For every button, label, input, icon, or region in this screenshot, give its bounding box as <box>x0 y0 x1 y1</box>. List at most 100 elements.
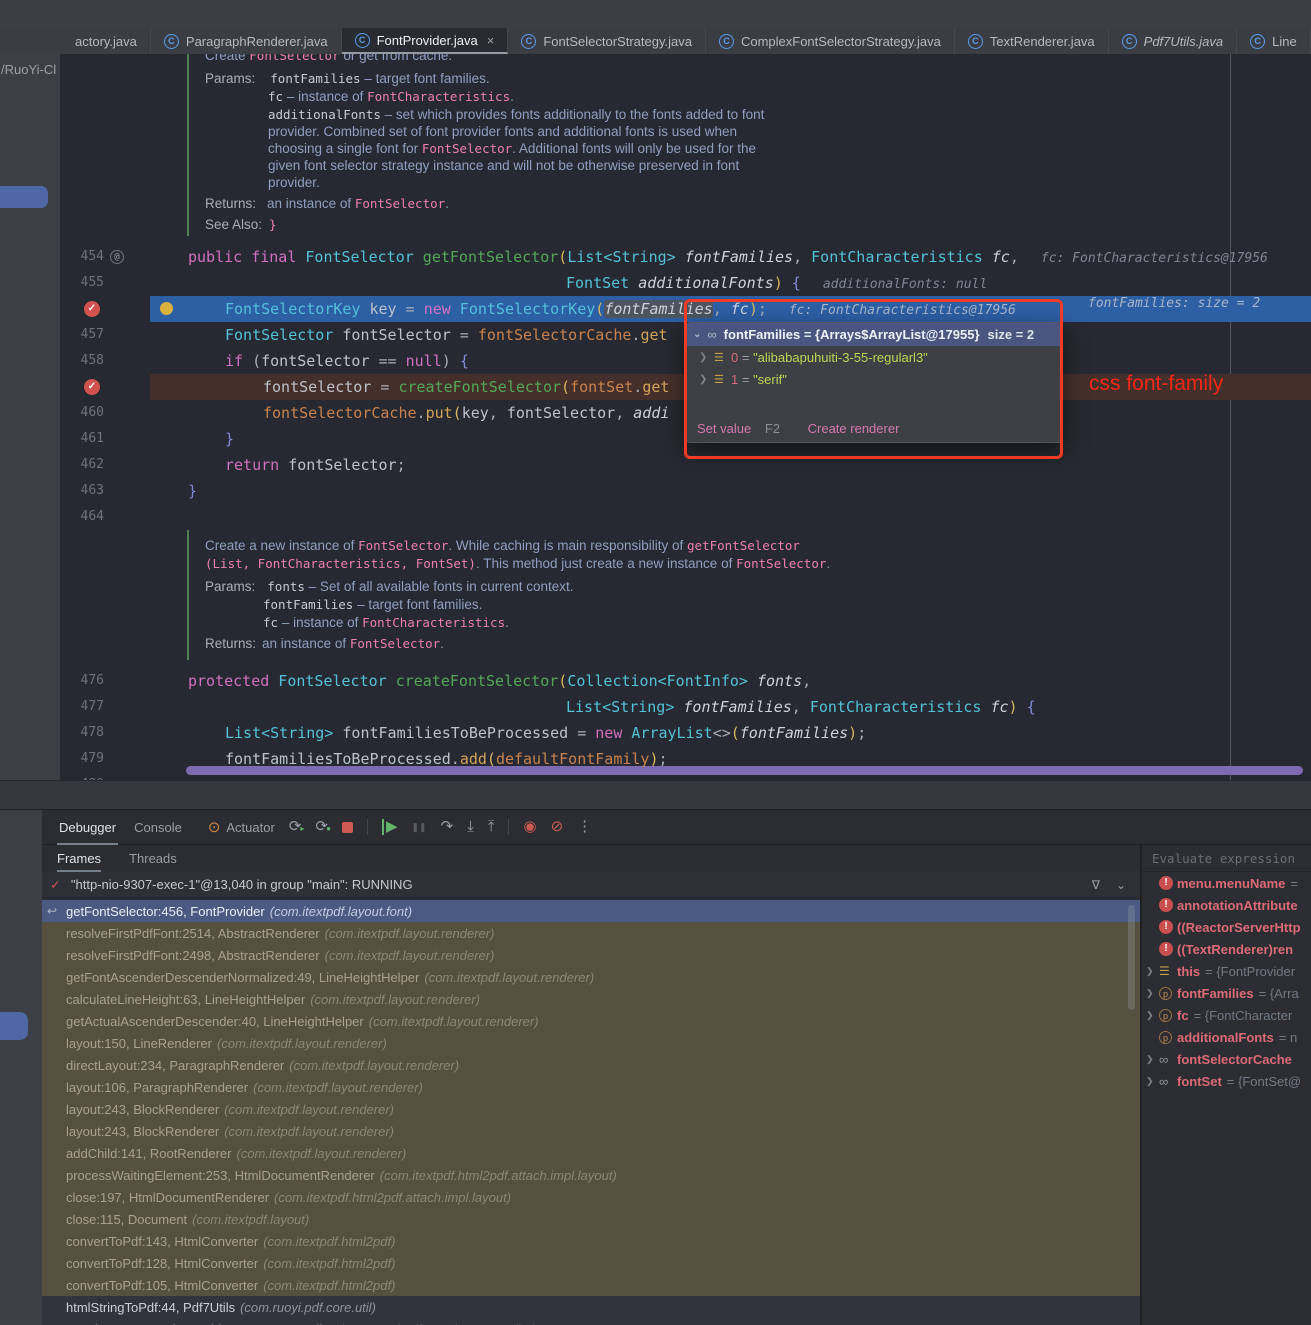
editor-tab[interactable]: CComplexFontSelectorStrategy.java <box>706 28 955 54</box>
line-number[interactable]: 461 <box>60 426 104 452</box>
stack-frame-row[interactable]: convertToPdf:105, HtmlConverter(com.itex… <box>42 1274 1140 1296</box>
resume-icon[interactable]: ▶ <box>382 819 398 835</box>
line-number[interactable]: 462 <box>60 452 104 478</box>
create-renderer-link[interactable]: Create renderer <box>808 421 900 436</box>
stack-frame-row[interactable]: htmlStringToPdf:44, Pdf7Utils(com.ruoyi.… <box>42 1296 1140 1318</box>
stack-frame-row[interactable]: directLayout:234, ParagraphRenderer(com.… <box>42 1054 1140 1076</box>
stack-frame-row[interactable]: resolveFirstPdfFont:2514, AbstractRender… <box>42 922 1140 944</box>
code-text: FontSelector fontSelector = fontSelector… <box>225 322 668 348</box>
chevron-right-icon[interactable]: ❯ <box>1146 966 1159 977</box>
line-number[interactable]: 455 <box>60 270 104 296</box>
debug-tool-window: Debugger Console ⊙Actuator ⟳▸ ⟳● ▶ ❚❚ ↷ ⤓ ⤒ ◉ ⊘ ⋮ Fr… <box>42 810 1311 1325</box>
variable-row[interactable]: padditionalFonts= n <box>1142 1026 1311 1048</box>
debugger-value-popup[interactable]: ⌄ ∞ fontFamilies = {Arrays$ArrayList@179… <box>686 322 1063 443</box>
editor-tab[interactable]: CTextRenderer.java <box>955 28 1109 54</box>
stack-frame-row[interactable]: addChild:141, RootRenderer(com.itextpdf.… <box>42 1142 1140 1164</box>
stack-frame-row[interactable]: convertToPdf:143, HtmlConverter(com.itex… <box>42 1230 1140 1252</box>
editor-tab[interactable]: CFontSelectorStrategy.java <box>508 28 706 54</box>
filter-icon[interactable]: ∇ <box>1092 878 1100 892</box>
editor-tab[interactable]: actory.java <box>62 28 151 54</box>
stack-frame-row[interactable]: getFontAscenderDescenderNormalized:49, L… <box>42 966 1140 988</box>
chevron-right-icon[interactable]: ❯ <box>699 352 714 363</box>
frames-scrollbar[interactable] <box>1128 905 1135 1010</box>
chevron-right-icon[interactable]: ❯ <box>1146 1076 1159 1087</box>
tab-actuator[interactable]: ⊙Actuator <box>208 818 275 836</box>
intention-bulb-icon[interactable] <box>160 302 173 315</box>
chevron-down-icon[interactable]: ⌄ <box>1116 878 1126 892</box>
evaluate-expression-field[interactable]: Evaluate expression <box>1142 845 1311 872</box>
annotation-gutter-icon[interactable]: @ <box>110 250 124 264</box>
variable-row[interactable]: ❯pfc= {FontCharacter <box>1142 1004 1311 1026</box>
stack-frame-row[interactable]: layout:106, ParagraphRenderer(com.itextp… <box>42 1076 1140 1098</box>
chevron-right-icon[interactable]: ❯ <box>1146 1054 1159 1065</box>
variable-row[interactable]: !((TextRenderer)ren <box>1142 938 1311 960</box>
stack-frame-row[interactable]: layout:243, BlockRenderer(com.itextpdf.l… <box>42 1098 1140 1120</box>
stack-frame-row[interactable]: processWaitingElement:253, HtmlDocumentR… <box>42 1164 1140 1186</box>
subtab-frames[interactable]: Frames <box>57 845 101 872</box>
stack-frame-row[interactable]: getActualAscenderDescender:40, LineHeigh… <box>42 1010 1140 1032</box>
subtab-threads[interactable]: Threads <box>129 845 177 872</box>
line-number[interactable]: 464 <box>60 504 104 530</box>
panel-splitter[interactable] <box>0 780 1311 810</box>
line-number[interactable]: 458 <box>60 348 104 374</box>
doc-text: FontSelector <box>350 636 440 651</box>
variables-panel: Evaluate expression !menu.menuName=!anno… <box>1140 845 1311 1325</box>
line-number[interactable]: 463 <box>60 478 104 504</box>
line-number[interactable]: 454 <box>60 244 104 270</box>
tool-window-stripe-highlight[interactable] <box>0 1012 28 1040</box>
chevron-right-icon[interactable]: ❯ <box>1146 1010 1159 1021</box>
pause-icon[interactable]: ❚❚ <box>412 819 427 835</box>
tool-window-stripe-highlight[interactable] <box>0 186 48 208</box>
line-number[interactable]: 478 <box>60 720 104 746</box>
step-over-icon[interactable]: ↷ <box>441 819 454 835</box>
stack-frame-row[interactable]: resolveFirstPdfFont:2498, AbstractRender… <box>42 944 1140 966</box>
tab-console[interactable]: Console <box>132 810 184 845</box>
popup-header-row[interactable]: ⌄ ∞ fontFamilies = {Arrays$ArrayList@179… <box>687 323 1062 346</box>
step-into-icon[interactable]: ⤓ <box>467 819 474 835</box>
stack-frame-row[interactable]: calculateLineHeight:63, LineHeightHelper… <box>42 988 1140 1010</box>
view-breakpoints-icon[interactable]: ◉ <box>523 819 536 835</box>
stack-frame-row[interactable]: template:27, TemplateGuideContractContro… <box>42 1318 1140 1325</box>
line-number[interactable]: 460 <box>60 400 104 426</box>
line-number[interactable]: 479 <box>60 746 104 772</box>
variable-row[interactable]: !((ReactorServerHttp <box>1142 916 1311 938</box>
variable-row[interactable]: ❯☰this= {FontProvider <box>1142 960 1311 982</box>
breakpoint-icon[interactable]: ✓ <box>84 379 100 395</box>
rerun-debug-icon[interactable]: ⟳● <box>315 819 328 835</box>
editor-tab[interactable]: CLine <box>1237 28 1311 54</box>
chevron-down-icon[interactable]: ⌄ <box>693 329 701 340</box>
stack-frame-row[interactable]: close:197, HtmlDocumentRenderer(com.itex… <box>42 1186 1140 1208</box>
variable-row[interactable]: ❯pfontFamilies= {Arra <box>1142 982 1311 1004</box>
rerun-icon[interactable]: ⟳▸ <box>289 819 302 835</box>
variable-row[interactable]: ❯∞fontSet= {FontSet@ <box>1142 1070 1311 1092</box>
chevron-right-icon[interactable]: ❯ <box>1146 988 1159 999</box>
stack-frame-row[interactable]: layout:243, BlockRenderer(com.itextpdf.l… <box>42 1120 1140 1142</box>
line-number[interactable]: 480 <box>60 772 104 780</box>
variable-row[interactable]: !annotationAttribute <box>1142 894 1311 916</box>
chevron-right-icon[interactable]: ❯ <box>699 374 714 385</box>
breakpoint-icon[interactable]: ✓ <box>84 301 100 317</box>
mute-breakpoints-icon[interactable]: ⊘ <box>551 819 564 835</box>
variable-row[interactable]: ❯∞fontSelectorCache <box>1142 1048 1311 1070</box>
editor-tab[interactable]: CFontProvider.java× <box>342 28 509 54</box>
variable-row[interactable]: !menu.menuName= <box>1142 872 1311 894</box>
line-number[interactable]: 476 <box>60 668 104 694</box>
close-icon[interactable]: × <box>487 33 495 48</box>
more-icon[interactable]: ⋮ <box>577 819 592 835</box>
frame-label: template:27, TemplateGuideContractContro… <box>66 1322 334 1325</box>
set-value-link[interactable]: Set value <box>697 421 751 436</box>
editor-tab[interactable]: CPdf7Utils.java <box>1109 28 1237 54</box>
line-number[interactable]: 457 <box>60 322 104 348</box>
thread-status-row[interactable]: ✓ "http-nio-9307-exec-1"@13,040 in group… <box>42 872 1140 898</box>
stack-frame-row[interactable]: convertToPdf:128, HtmlConverter(com.itex… <box>42 1252 1140 1274</box>
popup-array-item[interactable]: ❯☰0 = "alibabapuhuiti-3-55-regularl3" <box>687 346 1062 368</box>
stop-icon[interactable] <box>342 822 353 833</box>
popup-array-item[interactable]: ❯☰1 = "serif" <box>687 368 1062 390</box>
stack-frame-row[interactable]: close:115, Document(com.itextpdf.layout) <box>42 1208 1140 1230</box>
step-out-icon[interactable]: ⤒ <box>488 819 495 835</box>
tab-debugger[interactable]: Debugger <box>57 810 118 845</box>
stack-frame-row[interactable]: ↩getFontSelector:456, FontProvider(com.i… <box>42 900 1140 922</box>
line-number[interactable]: 477 <box>60 694 104 720</box>
editor-tab[interactable]: CParagraphRenderer.java <box>151 28 342 54</box>
stack-frame-row[interactable]: layout:150, LineRenderer(com.itextpdf.la… <box>42 1032 1140 1054</box>
